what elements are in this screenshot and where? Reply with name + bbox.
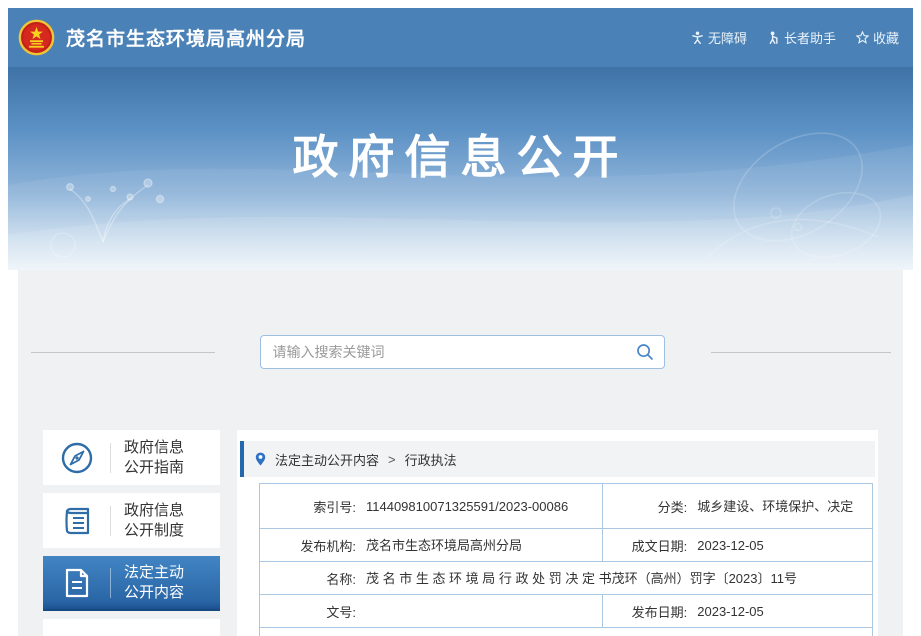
sidebar-item-partial[interactable] [43,619,220,636]
sidebar-divider [110,568,111,598]
name-value: 茂 名 市 生 态 环 境 局 行 政 处 罚 决 定 书茂环（高州）罚字〔20… [366,570,864,587]
sidebar-item-label: 政府信息 公开制度 [124,501,184,541]
written-date-value: 2023-12-05 [697,537,864,554]
search-button[interactable] [636,343,654,361]
breadcrumb-item-enforcement[interactable]: 行政执法 [405,450,457,469]
document-info-table: 索引号: 114409810071325591/2023-00086 分类: 城… [259,483,873,636]
site-title: 茂名市生态环境局高州分局 [66,24,306,51]
document-icon [43,567,110,599]
book-icon [43,504,110,538]
search-icon [636,343,654,361]
breadcrumb-separator: > [388,452,396,467]
doc-no-cell: 文号: [260,595,603,628]
category-label: 分类: [611,497,687,516]
breadcrumb: 法定主动公开内容 > 行政执法 [240,441,875,477]
header-bar: 茂名市生态环境局高州分局 无障碍 长者助手 收藏 [8,8,913,67]
site-brand[interactable]: 茂名市生态环境局高州分局 [18,19,306,56]
index-label: 索引号: [268,497,356,516]
written-date-cell: 成文日期: 2023-12-05 [603,529,873,562]
star-icon [856,31,869,44]
elder-assistant-link[interactable]: 长者助手 [767,28,836,47]
category-cell: 分类: 城乡建设、环境保护、决定 [603,484,873,529]
partial-cell [260,628,873,636]
favorite-label: 收藏 [873,28,899,47]
national-emblem-icon [18,19,55,56]
divider-line-right [711,352,891,353]
table-row-name: 名称: 茂 名 市 生 态 环 境 局 行 政 处 罚 决 定 书茂环（高州）罚… [260,562,873,595]
sidebar: 政府信息 公开指南 [43,430,220,636]
sidebar-item-label: 法定主动 公开内容 [124,563,184,603]
divider-line-left [31,352,215,353]
category-value: 城乡建设、环境保护、决定 [697,498,864,515]
issuer-value: 茂名市生态环境局高州分局 [366,537,594,554]
publish-date-label: 发布日期: [611,602,687,621]
index-value: 114409810071325591/2023-00086 [366,498,594,515]
elder-assistant-icon [767,31,780,44]
breadcrumb-item-statutory[interactable]: 法定主动公开内容 [275,450,379,469]
favorite-link[interactable]: 收藏 [856,28,899,47]
search-row [18,270,903,369]
name-cell: 名称: 茂 名 市 生 态 环 境 局 行 政 处 罚 决 定 书茂环（高州）罚… [260,562,873,595]
compass-icon [43,441,110,475]
publish-date-cell: 发布日期: 2023-12-05 [603,595,873,628]
sidebar-item-guide[interactable]: 政府信息 公开指南 [43,430,220,485]
doc-no-label: 文号: [268,602,356,621]
table-row-issuer-date: 发布机构: 茂名市生态环境局高州分局 成文日期: 2023-12-05 [260,529,873,562]
banner-title: 政府信息公开 [8,121,913,187]
issuer-cell: 发布机构: 茂名市生态环境局高州分局 [260,529,603,562]
elder-assistant-label: 长者助手 [784,28,836,47]
sidebar-divider [110,443,111,473]
search-input[interactable] [273,344,636,360]
accessibility-link[interactable]: 无障碍 [691,28,747,47]
name-label: 名称: [268,569,356,588]
location-pin-icon [255,452,266,466]
written-date-label: 成文日期: [611,536,687,555]
table-row-docno-publish: 文号: 发布日期: 2023-12-05 [260,595,873,628]
content-panel: 法定主动公开内容 > 行政执法 索引号: 114409810071325591/… [237,430,878,636]
index-cell: 索引号: 114409810071325591/2023-00086 [260,484,603,529]
sidebar-item-system[interactable]: 政府信息 公开制度 [43,493,220,548]
main-row: 政府信息 公开指南 [18,430,903,636]
header-links: 无障碍 长者助手 收藏 [691,28,899,47]
content-area: 政府信息 公开指南 [18,270,903,636]
accessibility-label: 无障碍 [708,28,747,47]
search-box [260,335,665,369]
table-row-index-category: 索引号: 114409810071325591/2023-00086 分类: 城… [260,484,873,529]
accessibility-icon [691,31,704,44]
issuer-label: 发布机构: [268,536,356,555]
publish-date-value: 2023-12-05 [697,603,864,620]
banner: 政府信息公开 [8,67,913,270]
table-row-partial [260,628,873,636]
page: 茂名市生态环境局高州分局 无障碍 长者助手 收藏 [8,8,913,636]
sidebar-item-label: 政府信息 公开指南 [124,438,184,478]
sidebar-item-statutory-disclosure[interactable]: 法定主动 公开内容 [43,556,220,611]
sidebar-divider [110,506,111,536]
